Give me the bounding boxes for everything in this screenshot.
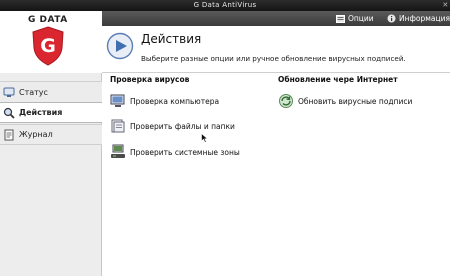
update-globe-icon [278,93,294,109]
options-icon [336,14,345,23]
scan-system-zones-action[interactable]: Проверить системные зоны [110,144,240,160]
top-toolbar: Опции Информация [102,11,450,26]
logo-letter: G [40,35,56,57]
options-link[interactable]: Опции [336,11,374,26]
action-label: Обновить вирусные подписи [298,96,413,106]
action-label: Проверить файлы и папки [130,121,235,131]
brand-name: G DATA [28,15,68,25]
system-zones-icon [110,144,126,160]
action-label: Проверить системные зоны [130,147,240,157]
folder-icon [110,118,126,134]
brand-logo: G DATA G [0,11,102,73]
monitor-icon [110,93,126,109]
mouse-cursor-icon [201,133,208,143]
info-label: Информация [399,14,450,23]
page-subtitle: Выберите разные опции или ручное обновле… [141,54,406,63]
page-title: Действия [141,32,202,46]
journal-icon [3,129,15,141]
info-icon [387,14,396,23]
update-section-title: Обновление чере Интернет [278,75,398,84]
scan-section-title: Проверка вирусов [110,75,190,84]
sidebar-item-label: Статус [19,87,48,97]
sidebar-item-journal[interactable]: Журнал [0,124,102,145]
main-content: Проверка вирусов Обновление чере Интерне… [102,73,450,276]
sidebar-item-status[interactable]: Статус [0,81,102,102]
status-icon [3,86,15,98]
play-icon [106,32,134,62]
window-titlebar: G Data AntiVirus ✕ [0,0,450,11]
sidebar-item-actions[interactable]: Действия [0,102,103,123]
update-signatures-action[interactable]: Обновить вирусные подписи [278,93,412,109]
sidebar: Статус Действия Журнал [0,73,103,276]
scan-computer-action[interactable]: Проверка компьютера [110,93,219,109]
shield-logo-icon: G [32,26,64,66]
options-label: Опции [348,14,374,23]
sidebar-item-label: Журнал [19,130,53,139]
close-button[interactable]: ✕ [441,1,450,10]
scan-files-action[interactable]: Проверить файлы и папки [110,118,235,134]
action-label: Проверка компьютера [130,96,220,106]
window-title: G Data AntiVirus [193,1,257,9]
app-window: G DATA G Статус Действия Журнал Опции Ин… [0,11,450,276]
sidebar-item-label: Действия [19,108,63,117]
magnifier-icon [3,107,15,119]
info-link[interactable]: Информация [387,11,450,26]
page-header: Действия Выберите разные опции или ручно… [102,26,450,73]
